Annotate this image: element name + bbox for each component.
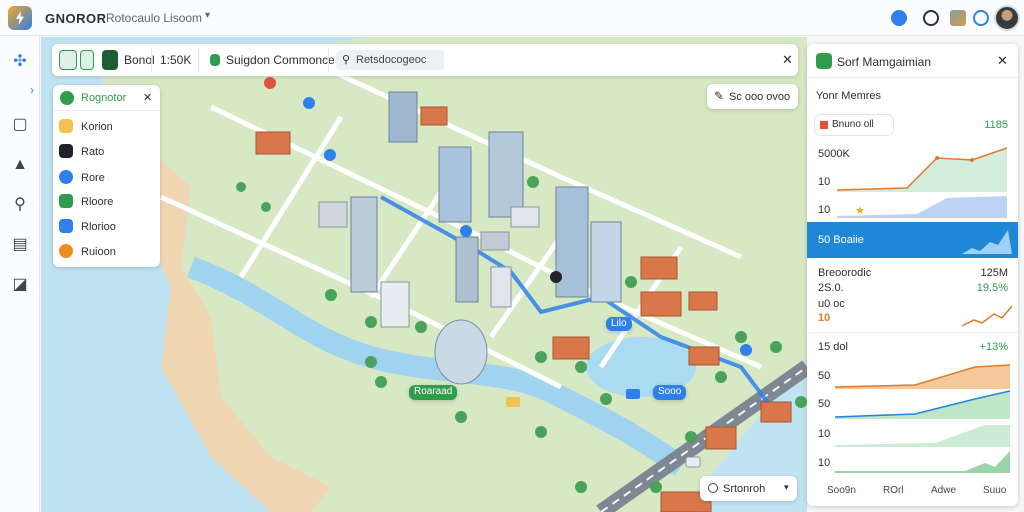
x-axis-label: ROrl [883, 485, 904, 496]
chevron-down-icon: ▾ [784, 482, 789, 492]
search-box[interactable]: ⚲ Retsdocogeoc [336, 50, 444, 70]
layer-item[interactable]: Rore [59, 168, 155, 188]
layers-icon [60, 91, 74, 105]
layer-swatch-icon [59, 244, 73, 258]
metric-label: 15 dol [818, 341, 848, 353]
panel-subtitle: Yonr Memres [816, 90, 882, 102]
panel-header: Sorf Mamgaimian ✕ [807, 44, 1018, 78]
x-axis-label: Adwe [931, 485, 957, 496]
layer-swatch-icon [59, 119, 73, 133]
network-icon[interactable]: ✣ [11, 53, 29, 71]
chart-icon[interactable]: ◪ [11, 276, 29, 294]
x-axis-label: Suuo [983, 485, 1007, 496]
chevron-right-icon[interactable]: › [26, 81, 38, 99]
clock-icon[interactable] [923, 10, 939, 26]
left-rail: ✣ › ▢ ▲ ⚲ ▤ ◪ [0, 36, 40, 512]
panel-title: Sorf Mamgaimian [837, 55, 932, 69]
layer-swatch-icon [59, 144, 73, 158]
layer-item[interactable]: Korion [59, 117, 155, 137]
filter-chip[interactable]: Bnuno oll [815, 115, 893, 135]
pin-label-green[interactable]: Roaraad [409, 385, 458, 400]
status-ring-icon [708, 483, 718, 493]
app-title: GNOROR [45, 11, 107, 26]
metric-label: 10 [818, 312, 831, 324]
pin-label-blue[interactable]: Lilo [606, 317, 632, 331]
search-input[interactable]: Retsdocogeoc [356, 54, 426, 66]
metric-value: +13% [979, 341, 1008, 353]
tick-label: 10 [818, 457, 831, 469]
person-icon[interactable]: ▲ [11, 156, 29, 174]
divider [328, 48, 329, 72]
map-search-dropdown[interactable]: Srtonroh ▾ [700, 476, 797, 501]
layer-item[interactable]: Rlorioo [59, 217, 155, 237]
tick-label: 10 [818, 176, 831, 188]
x-axis-label: Soo9n [827, 485, 856, 496]
metric-chart-bottom [835, 364, 1010, 473]
search-icon: ⚲ [342, 54, 351, 66]
layer-swatch-icon [59, 170, 73, 184]
tick-label: 5000K [818, 148, 850, 160]
tick-label: 10 [818, 428, 831, 440]
logo-icon[interactable] [8, 6, 32, 30]
close-icon[interactable]: ✕ [143, 91, 152, 104]
tick-label: 50 [818, 370, 831, 382]
zoom-level[interactable]: 1:50K [160, 53, 191, 67]
route-icon[interactable] [210, 54, 220, 66]
highlight-row[interactable]: 50 Boaiie [807, 222, 1018, 258]
draw-icon[interactable] [59, 50, 77, 70]
panel-icon [816, 53, 832, 69]
mode-icon[interactable] [102, 50, 118, 70]
user-badge-icon[interactable] [891, 10, 907, 26]
inbox-icon[interactable]: ▤ [11, 236, 29, 254]
pin-label-blue2[interactable]: Sooo [653, 385, 687, 400]
divider [151, 48, 152, 72]
metric-label: u0 oc [818, 298, 845, 310]
metric-label: 2S.0. [818, 282, 844, 294]
map-toolbar: Bonol 1:50K Suigdon Commonce ⚲ Retsdocog… [52, 44, 798, 76]
avatar[interactable] [994, 5, 1020, 31]
tick-label: 10 [818, 204, 831, 216]
sparkline-orange [962, 305, 1012, 327]
layer-toggle-icon[interactable] [80, 50, 94, 70]
layer-panel: Rognotor ✕ Korion Rato Rore Rloore Rlori… [53, 85, 160, 267]
layer-panel-header: Rognotor ✕ [53, 85, 160, 111]
layer-item[interactable]: Ruioon [59, 242, 155, 262]
search-icon[interactable]: ⚲ [11, 196, 29, 214]
layer-item[interactable]: Rloore [59, 192, 155, 212]
board-icon[interactable]: ▢ [11, 116, 29, 134]
tick-label: 50 [818, 398, 831, 410]
layer-swatch-icon [59, 194, 73, 208]
close-icon[interactable]: ✕ [997, 53, 1008, 69]
metrics-panel: Sorf Mamgaimian ✕ Yonr Memres Bnuno oll … [807, 44, 1018, 506]
layer-swatch-icon [59, 219, 73, 233]
divider [198, 48, 199, 72]
flag-icon [820, 121, 828, 129]
route-label[interactable]: Suigdon Commonce [226, 53, 335, 67]
tools-icon[interactable] [950, 10, 966, 26]
badge-value: 1185 [984, 119, 1008, 131]
metric-label: Breoorodic [818, 267, 872, 279]
top-bar: GNOROR Rotocaulo Lisoom ▾ [0, 0, 1024, 36]
layer-item[interactable]: Rato [59, 142, 155, 162]
divider [807, 332, 1018, 333]
breadcrumb[interactable]: Rotocaulo Lisoom [106, 11, 202, 25]
chevron-down-icon[interactable]: ▾ [205, 10, 210, 21]
edit-icon: ✎ [714, 89, 725, 103]
layer-panel-title: Rognotor [81, 92, 127, 104]
status-ring-icon[interactable] [973, 10, 989, 26]
close-icon[interactable]: ✕ [782, 52, 793, 68]
star-icon: ★ [855, 205, 865, 217]
metric-value: 125M [980, 267, 1008, 279]
metric-value: 19.5% [976, 282, 1008, 294]
map-view-chip[interactable]: ✎ Sc ooo ovoo [707, 84, 798, 109]
